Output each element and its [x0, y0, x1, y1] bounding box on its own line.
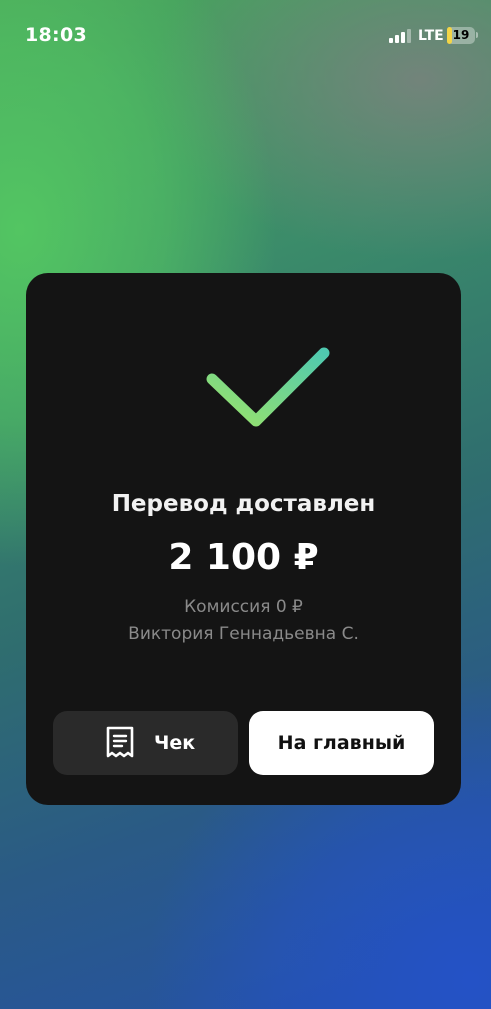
- transfer-amount: 2 100 ₽: [168, 537, 319, 578]
- status-time: 18:03: [25, 24, 87, 46]
- battery-percentage: 19: [452, 28, 470, 42]
- transfer-success-card: Перевод доставлен 2 100 ₽ Комиссия 0 ₽ В…: [26, 273, 461, 805]
- network-type-label: LTE: [418, 28, 444, 44]
- transfer-fee: Комиссия 0 ₽: [184, 597, 303, 617]
- receipt-button[interactable]: Чек: [53, 711, 238, 775]
- battery-tip: [476, 32, 478, 38]
- status-bar: 18:03 LTE 19: [0, 0, 491, 70]
- go-home-button-label: На главный: [277, 732, 406, 754]
- checkmark-icon: [206, 347, 330, 427]
- battery-icon: 19: [447, 27, 475, 44]
- transfer-status-title: Перевод доставлен: [111, 491, 376, 517]
- go-home-button[interactable]: На главный: [249, 711, 434, 775]
- recipient-name: Виктория Геннадьевна С.: [128, 624, 359, 644]
- cellular-signal-icon: [389, 29, 411, 43]
- receipt-button-label: Чек: [154, 732, 196, 754]
- receipt-icon: [106, 726, 134, 758]
